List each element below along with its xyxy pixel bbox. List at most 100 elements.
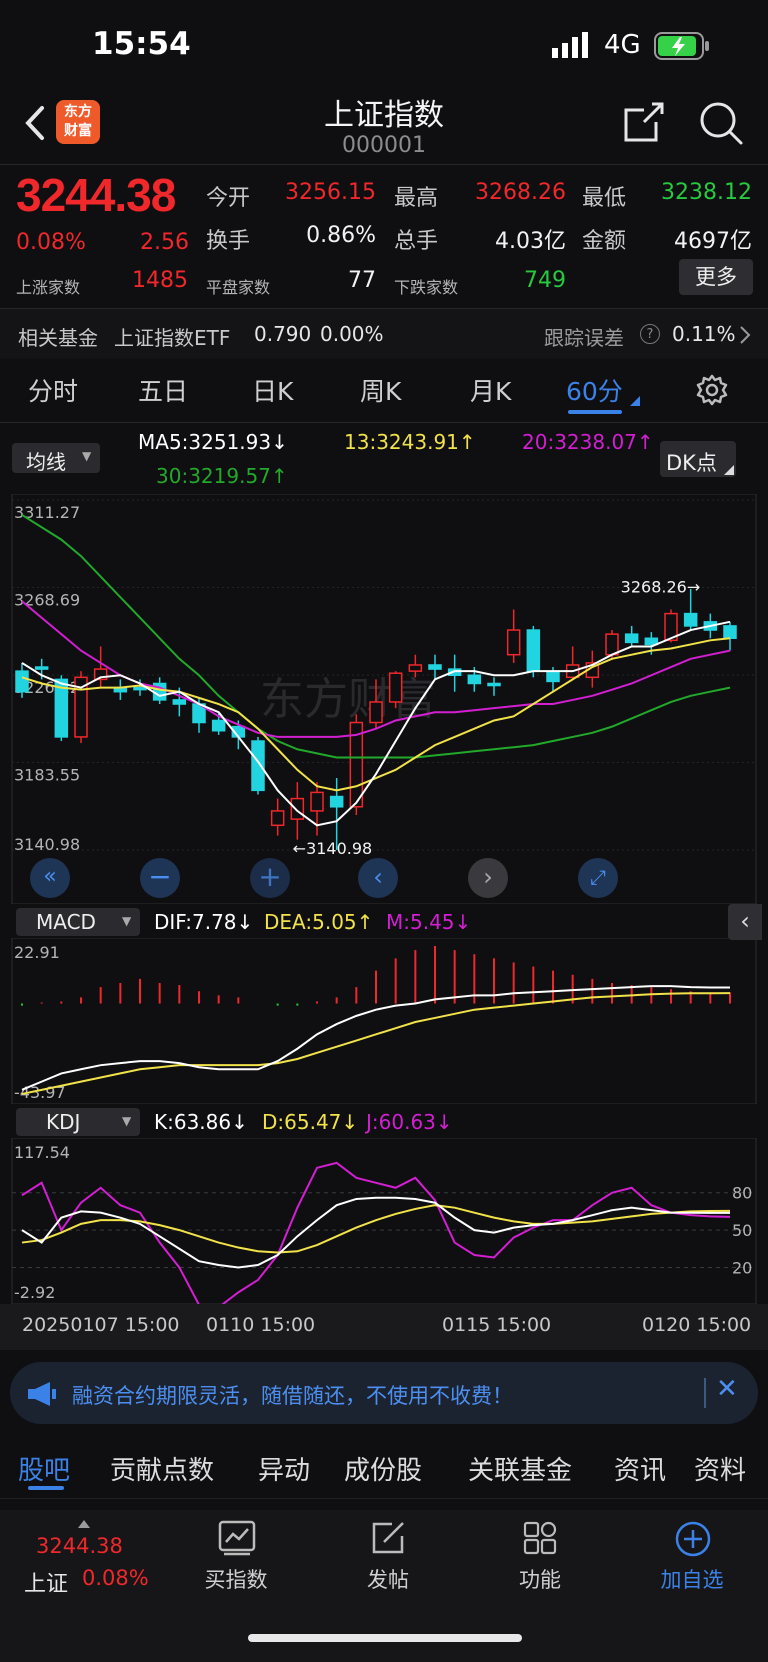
- fund-price: 0.790: [254, 322, 312, 346]
- more-button[interactable]: 更多: [679, 259, 753, 295]
- related-fund-row[interactable]: 相关基金 上证指数ETF 0.790 0.00% 跟踪误差 ? 0.11%: [0, 309, 768, 359]
- candle-body: [605, 633, 619, 656]
- macd-m: M:5.45↓: [386, 910, 471, 934]
- arrow-up-icon: ↑: [458, 430, 476, 454]
- candlestick-chart[interactable]: 东方财富 3311.273268.693226.123183.553140.98…: [0, 494, 768, 904]
- macd-selector[interactable]: MACD ▼: [16, 908, 140, 936]
- dk-point-button[interactable]: DK点: [660, 441, 736, 477]
- macd-dif: DIF:7.78↓: [154, 910, 253, 934]
- fund-pct: 0.00%: [320, 322, 384, 346]
- ma5-text: MA5:3251.93: [138, 430, 272, 454]
- back-button[interactable]: [18, 98, 58, 148]
- candle-body: [310, 791, 324, 812]
- kdj-selector[interactable]: KDJ ▼: [16, 1108, 140, 1136]
- flat-count: 77: [348, 268, 376, 293]
- functions-button[interactable]: 功能: [480, 1520, 600, 1600]
- time-label: 0120 15:00: [642, 1314, 752, 1336]
- dropdown-corner-icon: [724, 465, 734, 475]
- search-icon: [700, 102, 743, 145]
- arrow-down-icon: ↓: [236, 910, 254, 934]
- index-mini-quote[interactable]: 3244.38 上证 0.08%: [20, 1518, 170, 1597]
- y-tick-label: 3311.27: [14, 503, 80, 522]
- battery-icon: [654, 32, 710, 64]
- ma-selector[interactable]: 均线 ▼: [12, 443, 100, 474]
- mini-price: 3244.38: [36, 1534, 123, 1558]
- candle-body: [388, 672, 403, 703]
- up-count-label: 上涨家数: [16, 278, 81, 297]
- add-watchlist-button[interactable]: 加自选: [632, 1520, 752, 1600]
- ma30-text: 30:3219.57: [156, 464, 271, 488]
- network-type: 4G: [604, 30, 641, 60]
- tab-forum[interactable]: 股吧: [18, 1450, 70, 1487]
- zoom-in-button[interactable]: +: [250, 858, 290, 898]
- macd-dif-text: DIF:7.78: [154, 910, 237, 934]
- arrow-down-icon: ↓: [271, 430, 288, 454]
- candle-body: [723, 625, 737, 640]
- caret-up-icon: [78, 1520, 90, 1528]
- chart-trend-icon: [218, 1520, 256, 1556]
- promo-text: 融资合约期限灵活，随借随还，不使用不收费！: [72, 1384, 513, 1408]
- arrow-down-icon: ↓: [435, 1110, 453, 1134]
- eastmoney-logo: 东方 财富: [56, 100, 100, 144]
- candle-body: [251, 740, 265, 792]
- collapse-panel-button[interactable]: ‹: [728, 904, 762, 940]
- search-button[interactable]: [698, 100, 744, 150]
- time-label: 0110 15:00: [206, 1314, 316, 1336]
- kdj-level-label: 20: [732, 1258, 752, 1277]
- kdj-j-line: [21, 1161, 731, 1304]
- stock-code: 000001: [342, 133, 426, 158]
- candle-body: [644, 637, 659, 646]
- active-tab-indicator: [568, 410, 622, 414]
- amount-value: 4697亿: [674, 229, 752, 254]
- scroll-left-button[interactable]: ‹: [358, 858, 398, 898]
- tab-news[interactable]: 资讯: [614, 1450, 666, 1487]
- share-button[interactable]: [622, 100, 666, 148]
- tab-related-funds[interactable]: 关联基金: [468, 1450, 572, 1487]
- chart-settings-button[interactable]: [696, 374, 728, 410]
- mini-pct: 0.08%: [82, 1566, 149, 1590]
- gear-icon: [696, 374, 728, 406]
- scroll-right-button[interactable]: ›: [468, 858, 508, 898]
- tab-constituents[interactable]: 成份股: [344, 1450, 422, 1487]
- close-icon[interactable]: ✕: [716, 1374, 738, 1404]
- tab-60min[interactable]: 60分: [566, 372, 623, 408]
- turnover-value: 0.86%: [306, 223, 376, 248]
- ma20-text: 20:3238.07: [522, 430, 637, 454]
- candle-body: [467, 674, 482, 685]
- fullscreen-button[interactable]: ⤢: [578, 858, 618, 898]
- zoom-out-button[interactable]: −: [140, 858, 180, 898]
- mini-name: 上证: [24, 1572, 69, 1597]
- macd-m-text: M:5.45: [386, 910, 455, 934]
- candle-body: [408, 664, 423, 672]
- tab-5day[interactable]: 五日: [138, 372, 188, 408]
- scroll-far-left-button[interactable]: «: [30, 858, 70, 898]
- ma13-value: 13:3243.91↑: [344, 430, 476, 454]
- tab-profile[interactable]: 资料: [694, 1450, 746, 1487]
- ma20-value: 20:3238.07↑: [522, 430, 654, 454]
- buy-index-button[interactable]: 买指数: [176, 1520, 296, 1600]
- y-tick-label: 3268.69: [14, 591, 80, 610]
- caret-down-icon: ▼: [122, 914, 132, 928]
- current-price: 3244.38: [16, 169, 176, 221]
- candle-body: [487, 682, 501, 687]
- high-marker: 3268.26→: [621, 577, 701, 596]
- tab-weekly-k[interactable]: 周K: [360, 372, 401, 408]
- ma-selector-label: 均线: [26, 450, 66, 474]
- candle-body: [506, 629, 521, 656]
- tab-intraday[interactable]: 分时: [28, 372, 78, 408]
- kdj-chart[interactable]: 117.54 -2.92 80 50 20: [0, 1138, 768, 1304]
- tab-contribution[interactable]: 贡献点数: [110, 1450, 214, 1487]
- tab-monthly-k[interactable]: 月K: [470, 372, 511, 408]
- add-circle-icon: [675, 1521, 711, 1557]
- caret-down-icon: ▼: [122, 1114, 132, 1128]
- dea-line: [21, 992, 731, 1095]
- candle-body: [683, 612, 698, 627]
- divider: [704, 1378, 706, 1408]
- post-button[interactable]: 发帖: [328, 1520, 448, 1600]
- tab-movement[interactable]: 异动: [258, 1450, 310, 1487]
- macd-chart[interactable]: 22.91 -43.97: [0, 938, 768, 1104]
- help-icon[interactable]: ?: [640, 324, 660, 344]
- tab-daily-k[interactable]: 日K: [252, 372, 293, 408]
- candle-body: [546, 670, 560, 683]
- add-watchlist-label: 加自选: [660, 1568, 724, 1592]
